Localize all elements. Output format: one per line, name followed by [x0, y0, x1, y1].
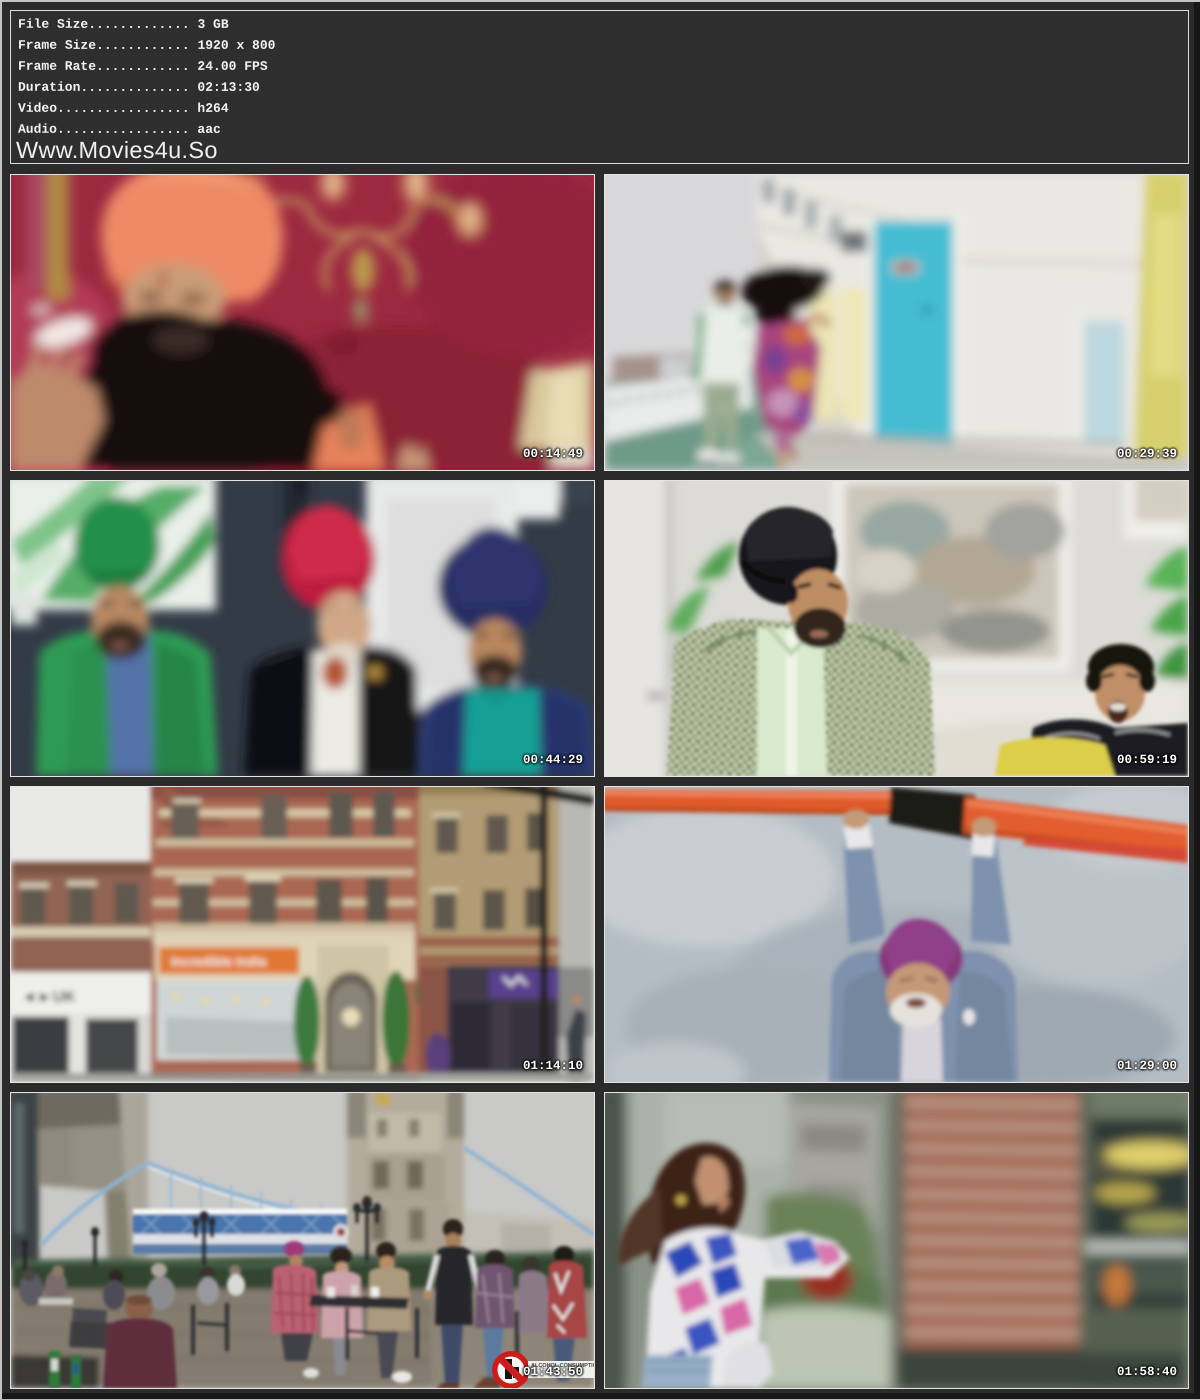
svg-text:◄►UK: ◄►UK	[21, 989, 76, 1006]
svg-text:Incredible India: Incredible India	[171, 954, 267, 969]
